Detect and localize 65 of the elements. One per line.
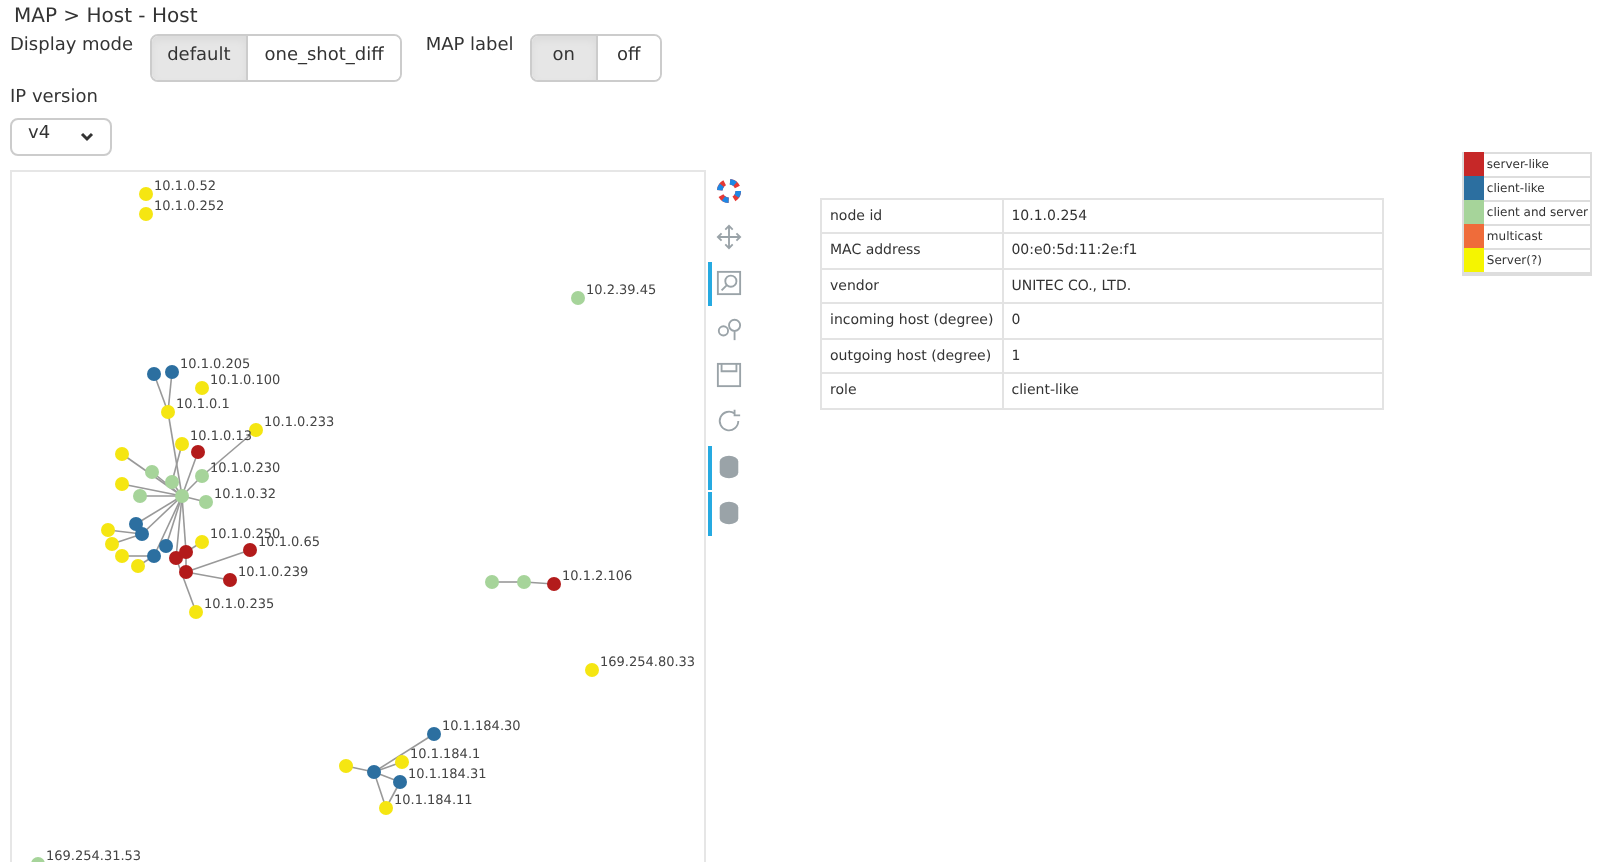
graph-node[interactable] [129, 516, 143, 530]
graph-node[interactable] [517, 574, 531, 588]
graph-node[interactable] [199, 494, 213, 508]
graph-node[interactable] [485, 574, 499, 588]
graph-node[interactable] [159, 538, 173, 552]
graph-node[interactable] [147, 548, 161, 562]
graph-node[interactable] [161, 404, 175, 418]
graph-node[interactable] [395, 754, 409, 768]
graph-node[interactable] [165, 474, 179, 488]
reset-icon [715, 408, 741, 434]
graph-node[interactable] [249, 422, 263, 436]
graph-node[interactable] [223, 572, 237, 586]
graph-node[interactable] [165, 364, 179, 378]
graph-node[interactable] [115, 548, 129, 562]
graph-node[interactable] [393, 774, 407, 788]
graph-node[interactable] [367, 764, 381, 778]
toggle-button[interactable]: default [151, 36, 247, 80]
graph-node[interactable] [131, 558, 145, 572]
graph-node[interactable] [571, 290, 585, 304]
toggle-button[interactable]: on [531, 36, 596, 80]
color-wheel-icon [715, 178, 741, 204]
graph-node[interactable] [195, 380, 209, 394]
graph-node[interactable] [179, 564, 193, 578]
move-icon [715, 224, 741, 250]
search-icon [715, 270, 741, 296]
graph-node[interactable] [115, 476, 129, 490]
graph-node[interactable] [133, 488, 147, 502]
graph-node[interactable] [189, 604, 203, 618]
ip-version-label: IP version [10, 86, 98, 112]
graph-node[interactable] [191, 444, 205, 458]
graph-node[interactable] [139, 206, 153, 220]
graph-node[interactable] [195, 534, 209, 548]
display-mode-label: Display mode [10, 34, 134, 60]
hover-icon [715, 500, 741, 526]
graph-node[interactable] [243, 542, 257, 556]
graph-node[interactable] [139, 186, 153, 200]
graph-node[interactable] [547, 576, 561, 590]
graph-node[interactable] [169, 550, 183, 564]
toggle-button[interactable]: one_shot_diff [246, 36, 400, 80]
graph-node[interactable] [179, 544, 193, 558]
graph-node[interactable] [195, 468, 209, 482]
graph-node[interactable] [175, 436, 189, 450]
graph-node[interactable] [135, 526, 149, 540]
map-label-label: MAP label [425, 34, 514, 60]
graph-node[interactable] [105, 536, 119, 550]
search-tool[interactable] [708, 261, 744, 305]
toggle-button[interactable]: off [595, 36, 660, 80]
hover-icon [715, 454, 741, 480]
graph-node[interactable] [115, 446, 129, 460]
graph-node[interactable] [585, 662, 599, 676]
ip-version-select[interactable]: v4 [10, 117, 112, 155]
hover-tool[interactable] [708, 491, 744, 535]
graph-node[interactable] [147, 366, 161, 380]
graph-node[interactable] [175, 488, 189, 502]
hover-tool[interactable] [708, 445, 744, 489]
graph-node[interactable] [427, 726, 441, 740]
graph-node[interactable] [339, 758, 353, 772]
zoom-icon [715, 316, 741, 342]
save-icon [715, 362, 741, 388]
graph-node[interactable] [379, 800, 393, 814]
graph-node[interactable] [31, 856, 45, 862]
graph-node[interactable] [145, 464, 159, 478]
graph-node[interactable] [101, 522, 115, 536]
breadcrumb: MAP > Host - Host [14, 6, 198, 28]
chevron-icon [80, 131, 94, 141]
